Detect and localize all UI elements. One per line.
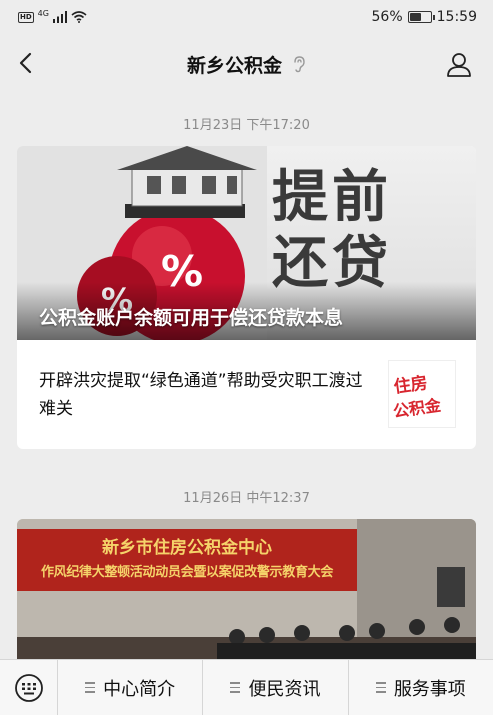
signal-icon [52, 11, 67, 23]
network-type: 4G [37, 8, 49, 18]
battery-level [409, 13, 421, 21]
bottom-menu-bar: 中心简介 便民资讯 服务事项 [0, 659, 493, 715]
article-list-item[interactable]: 开辟洪灾提取“绿色通道”帮助受灾职工渡过难关 住房 公积金 [17, 340, 476, 449]
article-card: % % 提前 还贷 公积金账户余额可用于偿还贷款本息 开辟洪灾提取“绿色通道”帮… [17, 146, 476, 449]
svg-text:公积金: 公积金 [392, 395, 443, 421]
ear-icon[interactable] [292, 55, 306, 73]
back-button[interactable] [10, 48, 40, 78]
user-icon [447, 53, 471, 77]
meeting-banner: 新乡市住房公积金中心 作风纪律大整顿活动动员会暨以案促改警示教育大会 [17, 529, 357, 591]
article-card[interactable]: 新乡市住房公积金中心 作风纪律大整顿活动动员会暨以案促改警示教育大会 [17, 519, 476, 659]
hero-image-text-line1: 提前 [272, 164, 392, 230]
status-right: 56% 15:59 [372, 9, 477, 25]
article-title: 开辟洪灾提取“绿色通道”帮助受灾职工渡过难关 [39, 370, 363, 419]
status-left: HD 4G [18, 8, 87, 23]
battery-icon [407, 11, 435, 23]
hero-caption-overlay: 公积金账户余额可用于偿还贷款本息 [17, 282, 476, 340]
menu-label: 服务事项 [393, 678, 466, 700]
menu-icon [85, 682, 96, 693]
hd-badge: HD [18, 11, 34, 23]
chevron-left-icon [19, 52, 32, 74]
svg-text:住房: 住房 [392, 372, 429, 398]
hero-article[interactable]: % % 提前 还贷 公积金账户余额可用于偿还贷款本息 [17, 146, 476, 340]
banner-line2: 作风纪律大整顿活动动员会暨以案促改警示教育大会 [40, 565, 334, 580]
profile-button[interactable] [443, 48, 475, 80]
menu-icon [375, 682, 386, 693]
menu-services[interactable]: 服务事项 [349, 660, 493, 715]
clock: 15:59 [436, 9, 477, 25]
title-wrap: 新乡公积金 [187, 51, 306, 78]
page-title: 新乡公积金 [186, 54, 282, 77]
hero-image-text: 提前 还贷 [272, 164, 392, 296]
keyboard-icon [14, 673, 43, 702]
banner-line1: 新乡市住房公积金中心 [102, 538, 272, 558]
menu-label: 中心简介 [103, 678, 176, 700]
keyboard-toggle-button[interactable] [0, 659, 58, 715]
title-bar: 新乡公积金 [0, 38, 493, 90]
thumbnail-logo: 住房 公积金 [392, 372, 443, 421]
meeting-photo: 新乡市住房公积金中心 作风纪律大整顿活动动员会暨以案促改警示教育大会 [17, 519, 476, 659]
hero-caption: 公积金账户余额可用于偿还贷款本息 [39, 307, 344, 329]
menu-public-info[interactable]: 便民资讯 [203, 659, 349, 715]
menu-icon [230, 682, 241, 693]
menu-center-intro[interactable]: 中心简介 [58, 659, 204, 715]
battery-percent: 56% [371, 9, 403, 25]
message-time: 11月23日 下午17:20 [183, 118, 310, 133]
wifi-icon [71, 11, 87, 23]
status-bar: HD 4G 56% 15:59 [0, 0, 493, 34]
message-time: 11月26日 中午12:37 [183, 491, 310, 506]
article-thumbnail: 住房 公积金 [388, 360, 456, 428]
menu-label: 便民资讯 [248, 678, 321, 700]
